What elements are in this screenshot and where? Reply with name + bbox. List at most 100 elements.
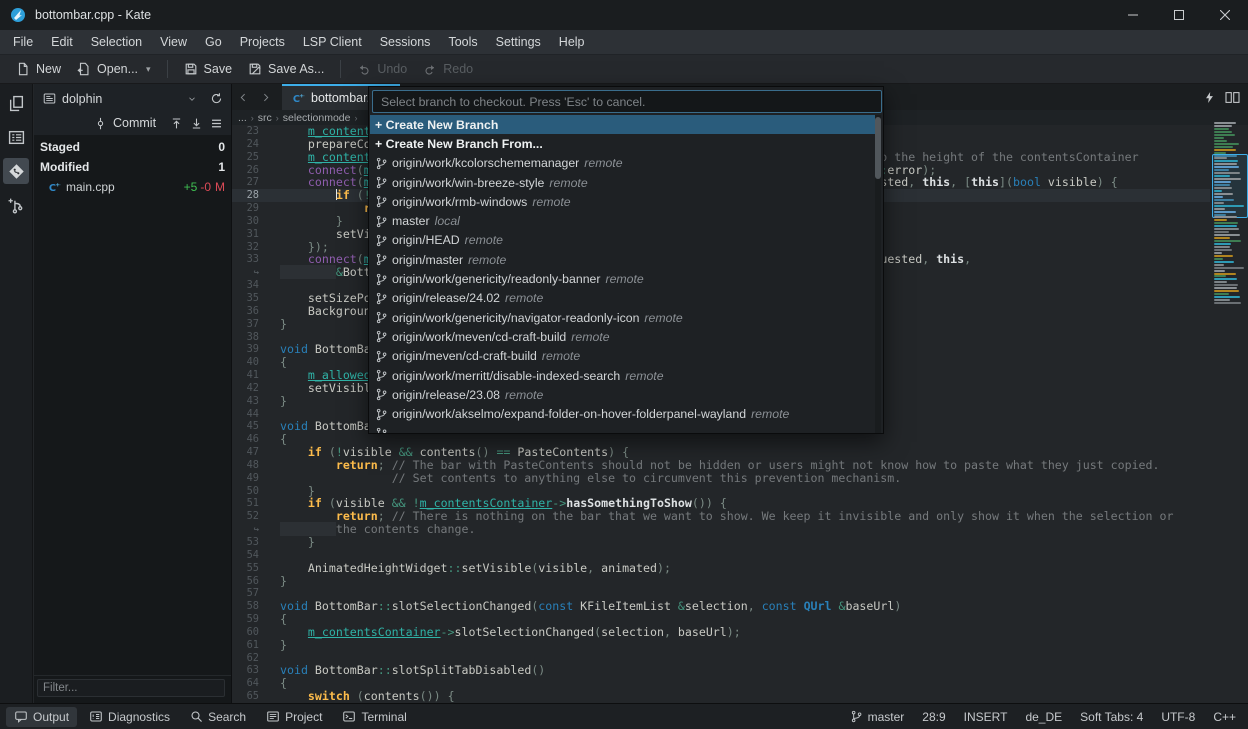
modified-row[interactable]: Modified 1 [34,157,231,177]
input-mode[interactable]: INSERT [964,710,1008,724]
code-line-61[interactable]: 61} [232,639,1210,652]
commit-button[interactable]: Commit [94,116,156,130]
diagnostics-icon [89,710,103,723]
encoding[interactable]: UTF-8 [1161,710,1195,724]
branch-scope-tag: remote [542,349,580,363]
pull-icon[interactable] [190,117,203,130]
toolview-project-button[interactable]: Project [258,707,330,727]
branch-list: + Create New Branch+ Create New Branch F… [370,115,877,433]
menu-icon[interactable] [210,117,223,130]
branch-item-origin-work-merritt-disable-indexed-search[interactable]: origin/work/merritt/disable-indexed-sear… [370,366,877,385]
branch-item-clipped[interactable] [370,424,877,433]
branch-item-origin-HEAD[interactable]: origin/HEADremote [370,231,877,250]
code-line-56[interactable]: 56} [232,575,1210,588]
line-number: ↪ [232,266,268,279]
menu-file[interactable]: File [4,32,42,52]
branch-item-origin-meven-cd-craft-build[interactable]: origin/meven/cd-craft-buildremote [370,347,877,366]
git-branch-icon [375,292,388,305]
branch-item-origin-master[interactable]: origin/masterremote [370,250,877,269]
minimap[interactable] [1212,122,1248,390]
code-line-wrap[interactable]: ↪ the contents change. [232,523,1210,536]
minimap-line [1214,299,1230,301]
git-branch-icon [375,157,388,170]
menu-selection[interactable]: Selection [82,32,151,52]
menu-settings[interactable]: Settings [487,32,550,52]
branch-action--create-new-branch-from-[interactable]: + Create New Branch From... [370,134,877,153]
minimap-line [1214,296,1240,298]
branch-item-origin-work-genericity-readonly-banner[interactable]: origin/work/genericity/readonly-bannerre… [370,269,877,288]
menu-edit[interactable]: Edit [42,32,82,52]
tool-dock [0,84,33,703]
git-branch-indicator[interactable]: master [850,710,905,724]
menu-view[interactable]: View [151,32,196,52]
syntax-mode[interactable]: C++ [1213,710,1236,724]
dock-item-list-view[interactable] [3,124,29,150]
new-button[interactable]: New [8,58,69,80]
code-line-55[interactable]: 55 AnimatedHeightWidget::setVisible(visi… [232,562,1210,575]
tab-settings[interactable]: Soft Tabs: 4 [1080,710,1143,724]
dock-item-branch-graph[interactable] [3,192,29,218]
code-line-65[interactable]: 65 switch (contents()) { [232,690,1210,703]
branch-item-origin-work-rmb-windows[interactable]: origin/work/rmb-windowsremote [370,192,877,211]
branch-item-origin-work-akselmo-expand-folder-on-hover-folderpanel-wayland[interactable]: origin/work/akselmo/expand-folder-on-hov… [370,404,877,423]
branch-action--create-new-branch[interactable]: + Create New Branch [370,115,877,134]
branch-item-origin-work-meven-cd-craft-build[interactable]: origin/work/meven/cd-craft-buildremote [370,327,877,346]
line-number: 63 [232,664,268,677]
code-line-63[interactable]: 63void BottomBar::slotSplitTabDisabled() [232,664,1210,677]
branch-item-origin-work-genericity-navigator-readonly-icon[interactable]: origin/work/genericity/navigator-readonl… [370,308,877,327]
toolview-search-button[interactable]: Search [182,707,254,727]
code-line-58[interactable]: 58void BottomBar::slotSelectionChanged(c… [232,600,1210,613]
branch-item-origin-work-kcolorschememanager[interactable]: origin/work/kcolorschememanagerremote [370,154,877,173]
menu-sessions[interactable]: Sessions [371,32,440,52]
terminal-icon [342,710,356,723]
staged-row[interactable]: Staged 0 [34,137,231,157]
branch-list-scrollbar[interactable] [875,115,881,433]
minimap-line [1214,166,1239,168]
list-view-icon [8,129,25,146]
branch-item-master[interactable]: masterlocal [370,211,877,230]
push-icon[interactable] [170,117,183,130]
dock-item-documents[interactable] [3,90,29,116]
modified-file-row[interactable]: C++ main.cpp +5 -0 M [34,177,231,197]
code-line-53[interactable]: 53 } [232,536,1210,549]
breadcrumb-item[interactable]: selectionmode [283,112,351,124]
menu-go[interactable]: Go [196,32,231,52]
filter-input[interactable] [37,679,225,697]
branch-item-origin-release-24.02[interactable]: origin/release/24.02remote [370,289,877,308]
minimize-button[interactable] [1110,0,1156,30]
menu-projects[interactable]: Projects [231,32,294,52]
code-text: // Set contents to anything else to circ… [268,472,901,485]
save-as--button[interactable]: Save As... [240,58,332,80]
close-button[interactable] [1202,0,1248,30]
menu-tools[interactable]: Tools [439,32,486,52]
dock-item-git[interactable] [3,158,29,184]
toolview-diagnostics-button[interactable]: Diagnostics [81,707,178,727]
quick-open-icon[interactable] [1204,91,1215,104]
forward-icon[interactable] [254,86,276,108]
code-text: void BottomBar::slotSplitTabDisabled() [268,664,545,677]
menu-help[interactable]: Help [550,32,594,52]
branch-search-input[interactable] [372,90,882,113]
cursor-position[interactable]: 28:9 [922,710,945,724]
menu-lsp-client[interactable]: LSP Client [294,32,371,52]
save-button[interactable]: Save [176,58,241,80]
toolview-terminal-button[interactable]: Terminal [334,707,414,727]
toolview-output-button[interactable]: Output [6,707,77,727]
back-icon[interactable] [232,86,254,108]
scrollbar-thumb[interactable] [875,117,881,179]
dictionary[interactable]: de_DE [1025,710,1062,724]
code-line-49[interactable]: 49 // Set contents to anything else to c… [232,472,1210,485]
branch-item-origin-release-23.08[interactable]: origin/release/23.08remote [370,385,877,404]
maximize-button[interactable] [1156,0,1202,30]
breadcrumb-item[interactable]: ... [238,112,247,124]
git-branch-icon [375,176,388,189]
breadcrumb-item[interactable]: src [258,112,272,124]
minimap-line [1214,287,1237,289]
open--button[interactable]: Open...▾ [69,58,159,80]
project-selector[interactable]: dolphin [37,88,203,109]
code-line-60[interactable]: 60 m_contentsContainer->slotSelectionCha… [232,626,1210,639]
branch-item-origin-work-win-breeze-style[interactable]: origin/work/win-breeze-styleremote [370,173,877,192]
project-icon [266,710,280,723]
split-view-icon[interactable] [1225,91,1240,104]
refresh-button[interactable] [204,88,228,109]
